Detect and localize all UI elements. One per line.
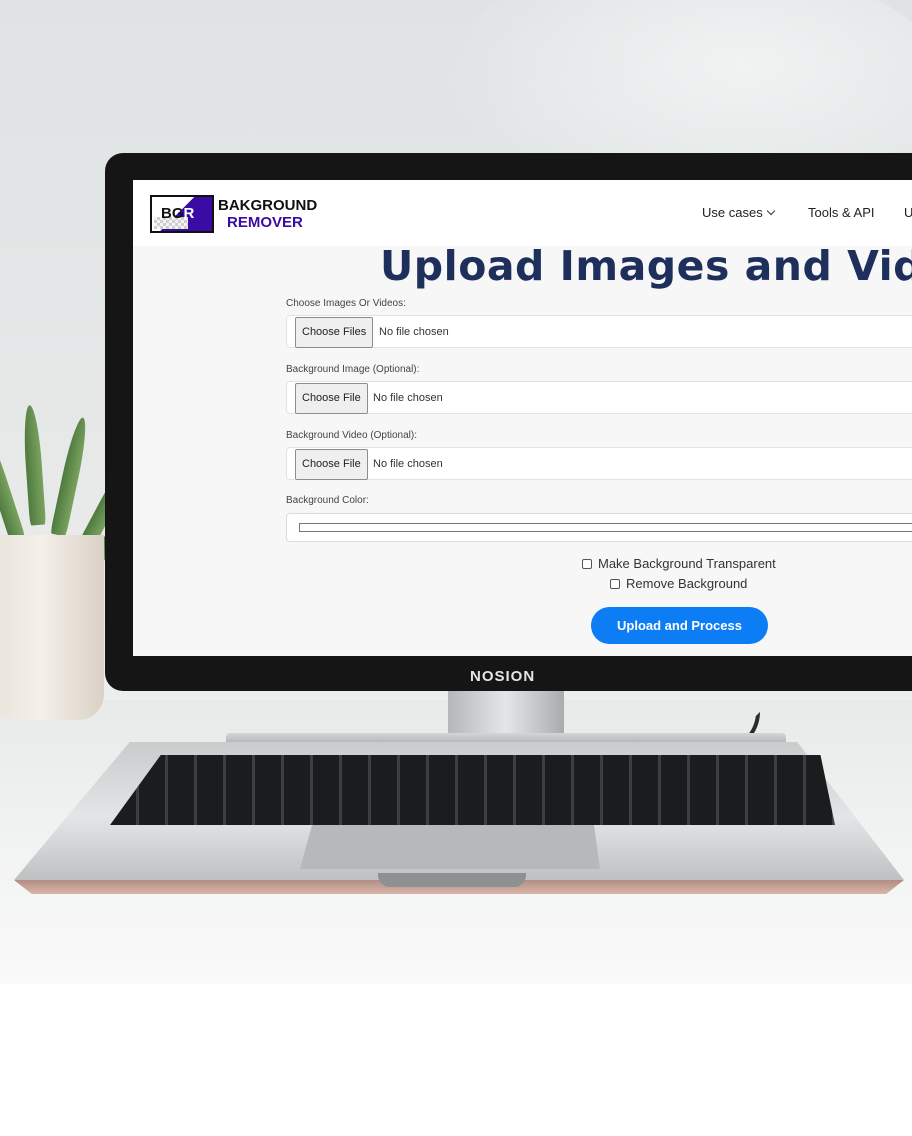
transparent-checkbox[interactable] [582, 559, 592, 569]
logo-text-b: R [183, 205, 195, 222]
nav-use-cases[interactable]: Use cases [702, 205, 775, 220]
transparent-label: Make Background Transparent [598, 556, 776, 571]
nav-use-cases-label: Use cases [702, 205, 763, 220]
media-file-input[interactable]: Choose Files No file chosen [286, 315, 912, 348]
page-title: Upload Images and Vide [380, 242, 912, 290]
keyboard [110, 755, 835, 825]
navbar: BGR BAKGROUND REMOVER Use cases Tools & … [133, 180, 912, 246]
website-screen: BGR BAKGROUND REMOVER Use cases Tools & … [133, 180, 912, 656]
brand-name-line1[interactable]: BAKGROUND [218, 197, 317, 214]
bg-image-file-input[interactable]: Choose File No file chosen [286, 381, 912, 414]
choose-bg-image-button[interactable]: Choose File [295, 383, 368, 414]
media-label: Choose Images Or Videos: [286, 298, 406, 309]
nav-item-truncated[interactable]: U [904, 205, 912, 220]
logo-text-a: BG [161, 205, 184, 222]
chevron-down-icon [766, 206, 775, 216]
bg-video-file-input[interactable]: Choose File No file chosen [286, 447, 912, 480]
choose-bg-video-button[interactable]: Choose File [295, 449, 368, 480]
bg-color-label: Background Color: [286, 495, 369, 506]
laptop-notch [378, 873, 526, 887]
bg-image-file-status: No file chosen [373, 392, 443, 404]
remove-bg-label: Remove Background [626, 576, 748, 591]
nav-tools-api[interactable]: Tools & API [808, 205, 874, 220]
upload-and-process-button[interactable]: Upload and Process [591, 607, 768, 644]
choose-files-button[interactable]: Choose Files [295, 317, 374, 348]
photo-scene: NOSION BGR BAKGROUND REMOVER Use cases T… [0, 0, 912, 984]
remove-bg-option[interactable]: Remove Background [610, 576, 747, 591]
bg-color-input[interactable] [286, 513, 912, 542]
remove-bg-checkbox[interactable] [610, 579, 620, 589]
bg-image-label: Background Image (Optional): [286, 364, 420, 375]
plant-pot [0, 535, 104, 720]
brand-name-line2[interactable]: REMOVER [227, 214, 303, 231]
bg-video-label: Background Video (Optional): [286, 430, 418, 441]
logo-icon[interactable]: BGR [150, 195, 214, 233]
monitor-brand: NOSION [470, 668, 536, 685]
touchpad [300, 825, 600, 869]
color-swatch[interactable] [299, 523, 912, 532]
transparent-option[interactable]: Make Background Transparent [582, 556, 776, 571]
media-file-status: No file chosen [379, 326, 449, 338]
bg-video-file-status: No file chosen [373, 458, 443, 470]
